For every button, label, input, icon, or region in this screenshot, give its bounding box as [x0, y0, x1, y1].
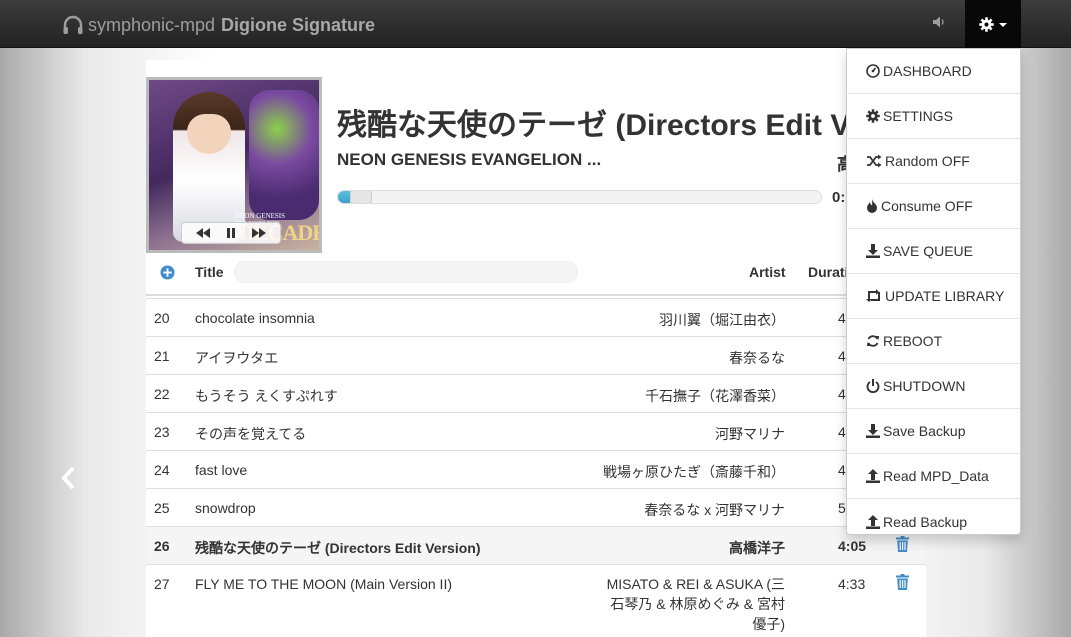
menu-item-label: Read Backup — [883, 513, 968, 530]
row-title: fast love — [195, 462, 248, 478]
table-row[interactable]: 24fast love戦場ヶ原ひたぎ（斎藤千和）4:12 — [146, 450, 926, 488]
shuffle-icon — [866, 154, 885, 168]
header-artist[interactable]: Artist — [749, 264, 786, 280]
row-artist: 戦場ヶ原ひたぎ（斎藤千和） — [603, 464, 785, 480]
upload-icon — [866, 469, 883, 483]
now-playing-title: 残酷な天使のテーゼ (Directors Edit Version) — [337, 109, 847, 142]
add-circle-icon[interactable] — [160, 265, 175, 280]
transport-controls — [181, 222, 281, 244]
chevron-left-icon[interactable] — [60, 466, 78, 490]
menu-item-label: SAVE QUEUE — [883, 243, 973, 259]
table-row[interactable]: 25snowdrop春奈るな x 河野マリナ5:02 — [146, 488, 926, 526]
now-playing-album: NEON GENESIS EVANGELION ... — [337, 150, 602, 169]
settings-dropdown-menu: DASHBOARD SETTINGS Random OFF Consume OFF SA… — [846, 48, 1021, 535]
row-artist: 高橋洋子 — [729, 540, 785, 556]
table-row-current[interactable]: 26 残酷な天使のテーゼ (Directors Edit Version) 高橋洋子… — [146, 526, 926, 564]
refresh-icon — [866, 334, 883, 348]
row-artist: 千石撫子（花澤香菜） — [645, 388, 785, 404]
row-title: 残酷な天使のテーゼ (Directors Edit Version) — [195, 540, 481, 556]
upload-icon — [866, 514, 883, 529]
queue-table-header: Title Artist Duration — [146, 256, 926, 296]
forward-icon[interactable] — [252, 228, 266, 238]
download-icon — [866, 244, 883, 258]
row-title: もうそう えくすぷれす — [195, 388, 338, 404]
brand-device: Digione Signature — [221, 14, 376, 35]
menu-item-update-library[interactable]: UPDATE LIBRARY — [847, 274, 1020, 319]
download-icon — [866, 424, 883, 438]
row-number: 23 — [154, 424, 170, 440]
progress-fill — [338, 191, 350, 203]
row-number: 24 — [154, 462, 170, 478]
menu-item-label: SETTINGS — [883, 108, 954, 124]
menu-item-label: Read MPD_Data — [883, 468, 989, 484]
progress-handle[interactable] — [350, 191, 372, 203]
row-number: 25 — [154, 500, 170, 516]
row-number: 20 — [154, 310, 170, 326]
caret-down-icon — [999, 23, 1007, 27]
gear-icon — [866, 109, 883, 123]
fire-icon — [866, 199, 881, 213]
menu-item-save-backup[interactable]: Save Backup — [847, 409, 1020, 454]
elapsed-time: 0:05 — [832, 189, 847, 206]
row-artist: 春奈るな x 河野マリナ — [644, 502, 785, 518]
menu-item-label: REBOOT — [883, 333, 943, 349]
cover-art-mecha — [249, 90, 319, 220]
row-duration: 4:33 — [838, 576, 866, 592]
row-title: アイヲウタエ — [195, 350, 279, 366]
brand-name: symphonic-mpd — [88, 14, 216, 35]
trash-icon[interactable] — [896, 574, 909, 593]
brand[interactable]: symphonic-mpd Digione Signature — [62, 12, 375, 38]
table-row[interactable]: 23その声を覚えてる河野マリナ4:29 — [146, 412, 926, 450]
menu-item-label: DASHBOARD — [883, 63, 972, 79]
table-row[interactable]: 21アイヲウタエ春奈るな4:35 — [146, 336, 926, 374]
row-title: snowdrop — [195, 500, 256, 516]
menu-item-read-backup[interactable]: Read Backup — [847, 499, 1020, 544]
row-title: その声を覚えてる — [195, 426, 307, 442]
menu-item-read-mpd-data[interactable]: Read MPD_Data — [847, 454, 1020, 499]
row-artist: 春奈るな — [729, 350, 785, 366]
row-number: 27 — [154, 576, 170, 592]
row-artist: MISATO & REI & ASUKA (三石琴乃 & 林原めぐみ & 宮村優… — [606, 576, 785, 632]
header-title[interactable]: Title — [195, 264, 224, 280]
pause-icon[interactable] — [226, 228, 236, 238]
menu-item-reboot[interactable]: REBOOT — [847, 319, 1020, 364]
volume-icon[interactable] — [932, 15, 946, 29]
row-number: 26 — [154, 538, 170, 554]
headphones-icon — [63, 15, 83, 34]
menu-item-consume-off[interactable]: Consume OFF — [847, 184, 1020, 229]
power-icon — [866, 379, 883, 393]
gear-icon — [979, 16, 994, 32]
menu-item-label: Consume OFF — [881, 198, 973, 214]
row-number: 22 — [154, 386, 170, 402]
queue-table-body: 20chocolate insomnia羽川翼（堀江由衣）4:5121アイヲウタ… — [146, 298, 926, 636]
row-title: FLY ME TO THE MOON (Main Version II) — [195, 576, 452, 592]
retweet-icon — [866, 289, 885, 303]
settings-dropdown-toggle[interactable] — [965, 0, 1021, 48]
menu-item-settings[interactable]: SETTINGS — [847, 94, 1020, 139]
table-row[interactable]: 22もうそう えくすぷれす千石撫子（花澤香菜）4:10 — [146, 374, 926, 412]
dashboard-icon — [866, 64, 883, 78]
menu-item-label: UPDATE LIBRARY — [885, 288, 1005, 304]
row-number: 21 — [154, 348, 170, 364]
menu-item-dashboard[interactable]: DASHBOARD — [847, 49, 1020, 94]
menu-item-label: Save Backup — [883, 423, 966, 439]
row-artist: 羽川翼（堀江由衣） — [659, 312, 785, 328]
menu-item-label: SHUTDOWN — [883, 378, 966, 394]
menu-item-label: Random OFF — [885, 153, 970, 169]
table-row[interactable]: 27 FLY ME TO THE MOON (Main Version II) MI… — [146, 564, 926, 636]
header-duration[interactable]: Duration — [808, 264, 846, 280]
menu-item-random-off[interactable]: Random OFF — [847, 139, 1020, 184]
row-title: chocolate insomnia — [195, 310, 315, 326]
queue-search-input[interactable] — [234, 261, 578, 283]
menu-item-shutdown[interactable]: SHUTDOWN — [847, 364, 1020, 409]
row-artist: 河野マリナ — [715, 426, 785, 442]
menu-item-save-queue[interactable]: SAVE QUEUE — [847, 229, 1020, 274]
table-row[interactable]: 20chocolate insomnia羽川翼（堀江由衣）4:51 — [146, 298, 926, 336]
progress-bar[interactable] — [337, 190, 822, 204]
top-navbar: symphonic-mpd Digione Signature — [0, 0, 1071, 48]
backward-icon[interactable] — [196, 228, 210, 238]
